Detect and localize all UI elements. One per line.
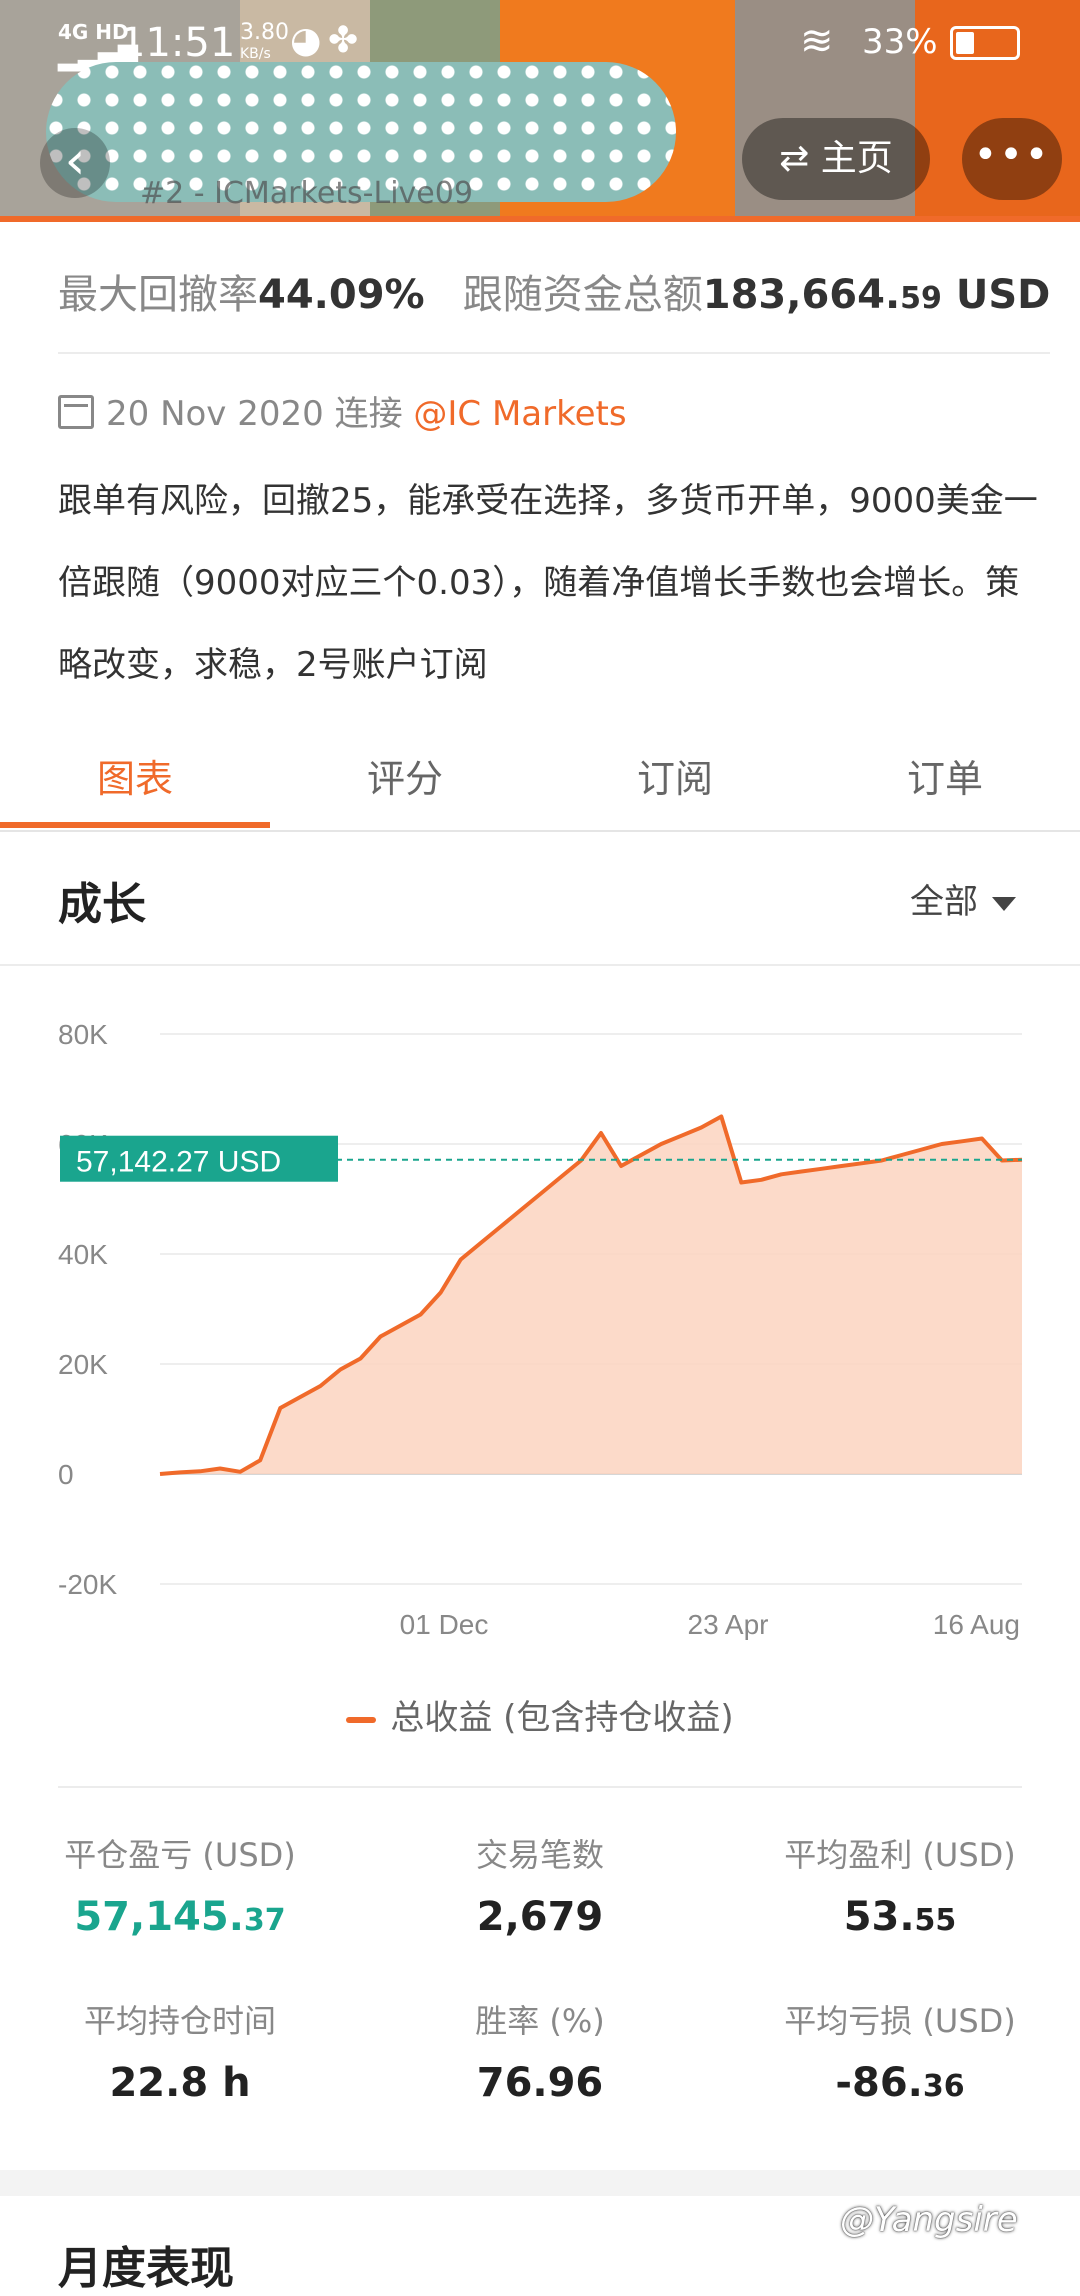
x-tick-label: 16 Aug [933, 1609, 1020, 1640]
x-tick-label: 01 Dec [400, 1609, 489, 1640]
metric-label: 平均盈利 (USD) [784, 1836, 1016, 1874]
tab-orders[interactable]: 订单 [810, 748, 1080, 803]
section-title: 成长 [58, 879, 146, 930]
metric-label: 交易笔数 [475, 1836, 604, 1874]
range-select-value: 全部 [910, 882, 978, 922]
follow-funds-label: 跟随资金总额 [462, 272, 703, 318]
metric-value: 53.55 [843, 1894, 957, 1940]
clock: 11:51 [120, 20, 236, 66]
metric-value: -86.36 [835, 2060, 965, 2106]
metric-value: 2,679 [476, 1894, 604, 1940]
y-tick-label: 0 [58, 1459, 74, 1490]
metric-value: 57,145.37 [74, 1894, 286, 1940]
max-drawdown-value: 44.09% [258, 272, 425, 318]
metric-value: 76.96 [476, 2060, 604, 2106]
y-tick-label: 40K [58, 1239, 108, 1270]
current-value-label: 57,142.27 USD [76, 1146, 281, 1179]
x-tick-label: 23 Apr [688, 1609, 769, 1640]
monthly-performance-title: 月度表现 [58, 2243, 234, 2294]
battery-percent: 33% [862, 22, 938, 62]
metric-label: 胜率 (%) [475, 2002, 605, 2040]
follow-funds-value: 183,664. [702, 272, 901, 318]
divider [58, 1786, 1022, 1788]
metric-avg-holding-time: 平均持仓时间 22.8 h [0, 1996, 360, 2106]
wifi-icon: ≋ [800, 18, 834, 64]
metric-win-rate: 胜率 (%) 76.96 [360, 1996, 720, 2106]
back-button[interactable]: ‹ [40, 128, 110, 198]
connect-date: 20 Nov 2020 [106, 394, 324, 434]
network-indicator: 4G HD [58, 20, 129, 44]
connect-label: 连接 [334, 394, 403, 434]
growth-chart: 80K60K40K20K0-20K01 Dec23 Apr16 Aug57,14… [58, 1019, 1023, 1640]
calendar-icon [58, 395, 94, 429]
y-tick-label: 20K [58, 1349, 108, 1380]
stats-summary: 最大回撤率44.09% 跟随资金总额183,664.59 USD [58, 262, 1050, 320]
home-button[interactable]: ⇄ 主页 [742, 118, 930, 200]
metric-avg-loss: 平均亏损 (USD) -86.36 [720, 1996, 1080, 2106]
metric-label: 平均持仓时间 [83, 2002, 276, 2040]
section-separator [0, 2170, 1080, 2196]
tab-bar: 图表 评分 订阅 订单 [0, 730, 1080, 832]
divider [0, 964, 1080, 966]
tab-rating[interactable]: 评分 [270, 748, 540, 803]
metric-label: 平仓盈亏 (USD) [64, 1836, 296, 1874]
metric-value: 22.8 h [109, 2060, 251, 2106]
range-select[interactable]: 全部 [910, 874, 1016, 923]
header-accent-line [0, 216, 1080, 222]
speedometer-icon: ◕ [290, 20, 322, 61]
strategy-description: 跟单有风险，回撤25，能承受在选择，多货币开单，9000美金一倍跟随（9000对… [58, 481, 1038, 685]
y-tick-label: 80K [58, 1019, 108, 1050]
metric-label: 平均亏损 (USD) [784, 2002, 1016, 2040]
network-speed: 3.80 [240, 20, 289, 45]
tab-chart[interactable]: 图表 [0, 748, 270, 803]
divider [58, 352, 1050, 354]
connect-info: 20 Nov 2020 连接 @IC Markets [58, 386, 627, 435]
chevron-down-icon [992, 896, 1016, 911]
y-tick-label: -20K [58, 1569, 117, 1600]
follow-funds-unit: USD [955, 272, 1051, 318]
broker-link[interactable]: @IC Markets [413, 394, 626, 434]
more-menu-button[interactable]: ••• [962, 118, 1062, 200]
active-tab-indicator [0, 822, 270, 828]
metric-closed-pnl: 平仓盈亏 (USD) 57,145.37 [0, 1830, 360, 1940]
legend-label: 总收益 (包含持仓收益) [390, 1698, 734, 1738]
battery-icon [950, 26, 1020, 60]
max-drawdown-label: 最大回撤率 [58, 272, 258, 318]
follow-funds-decimal: 59 [900, 281, 942, 316]
legend-swatch [346, 1716, 377, 1723]
metric-avg-profit: 平均盈利 (USD) 53.55 [720, 1830, 1080, 1940]
network-speed-unit: KB/s [240, 46, 271, 62]
fan-icon: ✤ [328, 20, 359, 61]
watermark: @Yangsire [840, 2200, 1018, 2240]
tab-subscriptions[interactable]: 订阅 [540, 748, 810, 803]
chart-legend: 总收益 (包含持仓收益) [0, 1690, 1080, 1739]
account-title: #2 - ICMarkets-Live09 [140, 176, 473, 211]
metric-trade-count: 交易笔数 2,679 [360, 1830, 720, 1940]
